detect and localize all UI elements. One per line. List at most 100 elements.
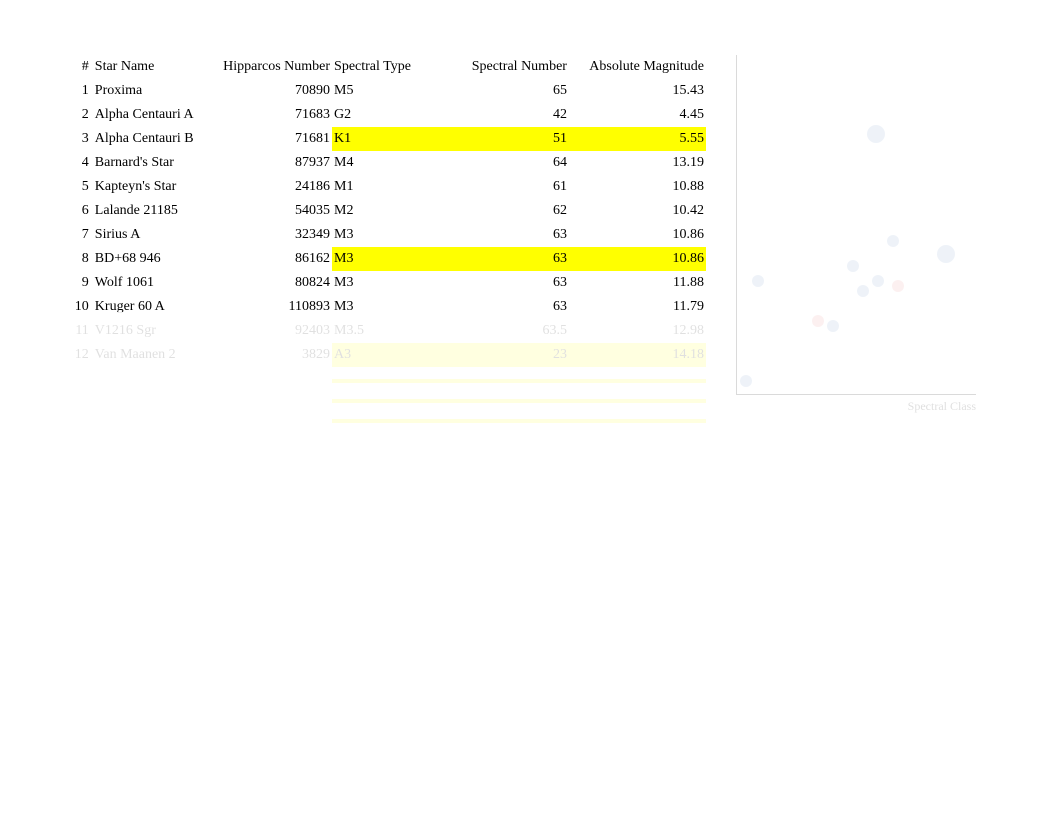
cell-star-name[interactable]: V1216 Sgr (93, 319, 212, 343)
cell-number[interactable]: 5 (66, 175, 93, 199)
star-table: # Star Name Hipparcos Number Spectral Ty… (66, 55, 706, 427)
cell-hipparcos[interactable]: 86162 (212, 247, 332, 271)
cell-spectral-type[interactable]: M3 (332, 295, 425, 319)
cell-number[interactable]: 4 (66, 151, 93, 175)
hr-diagram[interactable] (736, 55, 976, 395)
cell-spectral-type[interactable]: M5 (332, 79, 425, 103)
cell-abs-magnitude[interactable]: 12.98 (573, 319, 706, 343)
cell-star-name[interactable]: Barnard's Star (93, 151, 212, 175)
table-row[interactable]: 7Sirius A32349M36310.86 (66, 223, 706, 247)
cell-hipparcos[interactable]: 54035 (212, 199, 332, 223)
cell-star-name[interactable]: Van Maanen 2 (93, 343, 212, 367)
cell-spectral-type[interactable]: M3 (332, 271, 425, 295)
cell-hipparcos[interactable]: 110893 (212, 295, 332, 319)
cell-number[interactable]: 7 (66, 223, 93, 247)
cell-spectral-number[interactable]: 65 (425, 79, 573, 103)
table-row[interactable]: 12Van Maanen 23829A32314.18 (66, 343, 706, 367)
table-row[interactable] (66, 423, 706, 427)
cell-hipparcos[interactable]: 3829 (212, 343, 332, 367)
table-row[interactable]: 6Lalande 2118554035M26210.42 (66, 199, 706, 223)
table-row[interactable]: 9Wolf 106180824M36311.88 (66, 271, 706, 295)
cell-hipparcos[interactable]: 71681 (212, 127, 332, 151)
cell-star-name[interactable]: Lalande 21185 (93, 199, 212, 223)
cell-number[interactable]: 8 (66, 247, 93, 271)
col-header-spectral-number[interactable]: Spectral Number (425, 55, 573, 79)
cell-abs-magnitude[interactable]: 11.88 (573, 271, 706, 295)
col-header-star-name[interactable]: Star Name (93, 55, 212, 79)
cell-abs-magnitude[interactable]: 10.88 (573, 175, 706, 199)
table-row[interactable]: 5Kapteyn's Star24186M16110.88 (66, 175, 706, 199)
cell-abs-magnitude[interactable]: 13.19 (573, 151, 706, 175)
cell-spectral-number[interactable]: 63 (425, 223, 573, 247)
cell-spectral-number[interactable]: 63.5 (425, 319, 573, 343)
cell-number[interactable]: 3 (66, 127, 93, 151)
cell-abs-magnitude[interactable]: 10.86 (573, 223, 706, 247)
cell-hipparcos[interactable]: 32349 (212, 223, 332, 247)
cell-hipparcos[interactable]: 87937 (212, 151, 332, 175)
cell-spectral-type[interactable]: K1 (332, 127, 425, 151)
cell-abs-magnitude[interactable]: 14.18 (573, 343, 706, 367)
cell-star-name[interactable]: Kapteyn's Star (93, 175, 212, 199)
cell-number[interactable]: 12 (66, 343, 93, 367)
cell-spectral-number[interactable]: 62 (425, 199, 573, 223)
cell-spectral-type[interactable] (332, 423, 425, 427)
cell-spectral-number[interactable]: 63 (425, 271, 573, 295)
cell-spectral-type[interactable]: G2 (332, 103, 425, 127)
cell-number[interactable]: 2 (66, 103, 93, 127)
table-row[interactable]: 11V1216 Sgr92403M3.563.512.98 (66, 319, 706, 343)
cell-number[interactable] (66, 423, 93, 427)
col-header-hipparcos[interactable]: Hipparcos Number (212, 55, 332, 79)
cell-spectral-number[interactable]: 61 (425, 175, 573, 199)
table-row[interactable]: 10Kruger 60 A110893M36311.79 (66, 295, 706, 319)
cell-star-name[interactable]: Proxima (93, 79, 212, 103)
cell-abs-magnitude[interactable]: 15.43 (573, 79, 706, 103)
cell-spectral-type[interactable]: M2 (332, 199, 425, 223)
cell-spectral-type[interactable]: M3 (332, 223, 425, 247)
cell-star-name[interactable]: Sirius A (93, 223, 212, 247)
col-header-abs-magnitude[interactable]: Absolute Magnitude (573, 55, 706, 79)
cell-spectral-type[interactable]: A3 (332, 343, 425, 367)
table-row[interactable]: 2Alpha Centauri A71683G2424.45 (66, 103, 706, 127)
chart-x-axis-label: Spectral Class (736, 399, 976, 414)
cell-abs-magnitude[interactable] (573, 423, 706, 427)
cell-star-name[interactable]: Alpha Centauri B (93, 127, 212, 151)
cell-spectral-number[interactable] (425, 423, 573, 427)
cell-spectral-type[interactable]: M4 (332, 151, 425, 175)
cell-hipparcos[interactable]: 71683 (212, 103, 332, 127)
cell-spectral-type[interactable]: M3.5 (332, 319, 425, 343)
cell-star-name[interactable]: BD+68 946 (93, 247, 212, 271)
cell-spectral-number[interactable]: 23 (425, 343, 573, 367)
cell-abs-magnitude[interactable]: 10.86 (573, 247, 706, 271)
cell-star-name[interactable] (93, 423, 212, 427)
table-row[interactable]: 8BD+68 94686162M36310.86 (66, 247, 706, 271)
cell-number[interactable]: 11 (66, 319, 93, 343)
cell-hipparcos[interactable]: 92403 (212, 319, 332, 343)
col-header-spectral-type[interactable]: Spectral Type (332, 55, 425, 79)
cell-hipparcos[interactable] (212, 423, 332, 427)
table-row[interactable]: 3Alpha Centauri B71681K1515.55 (66, 127, 706, 151)
cell-abs-magnitude[interactable]: 11.79 (573, 295, 706, 319)
cell-spectral-type[interactable]: M1 (332, 175, 425, 199)
cell-number[interactable]: 9 (66, 271, 93, 295)
cell-hipparcos[interactable]: 24186 (212, 175, 332, 199)
col-header-number[interactable]: # (66, 55, 93, 79)
cell-spectral-number[interactable]: 64 (425, 151, 573, 175)
cell-star-name[interactable]: Wolf 1061 (93, 271, 212, 295)
cell-star-name[interactable]: Kruger 60 A (93, 295, 212, 319)
cell-number[interactable]: 1 (66, 79, 93, 103)
cell-number[interactable]: 6 (66, 199, 93, 223)
cell-spectral-number[interactable]: 42 (425, 103, 573, 127)
cell-hipparcos[interactable]: 70890 (212, 79, 332, 103)
cell-abs-magnitude[interactable]: 4.45 (573, 103, 706, 127)
cell-star-name[interactable]: Alpha Centauri A (93, 103, 212, 127)
cell-hipparcos[interactable]: 80824 (212, 271, 332, 295)
cell-number[interactable]: 10 (66, 295, 93, 319)
table-row[interactable]: 1Proxima70890M56515.43 (66, 79, 706, 103)
table-row[interactable]: 4Barnard's Star87937M46413.19 (66, 151, 706, 175)
cell-abs-magnitude[interactable]: 5.55 (573, 127, 706, 151)
cell-spectral-type[interactable]: M3 (332, 247, 425, 271)
cell-spectral-number[interactable]: 63 (425, 295, 573, 319)
cell-spectral-number[interactable]: 63 (425, 247, 573, 271)
cell-abs-magnitude[interactable]: 10.42 (573, 199, 706, 223)
cell-spectral-number[interactable]: 51 (425, 127, 573, 151)
